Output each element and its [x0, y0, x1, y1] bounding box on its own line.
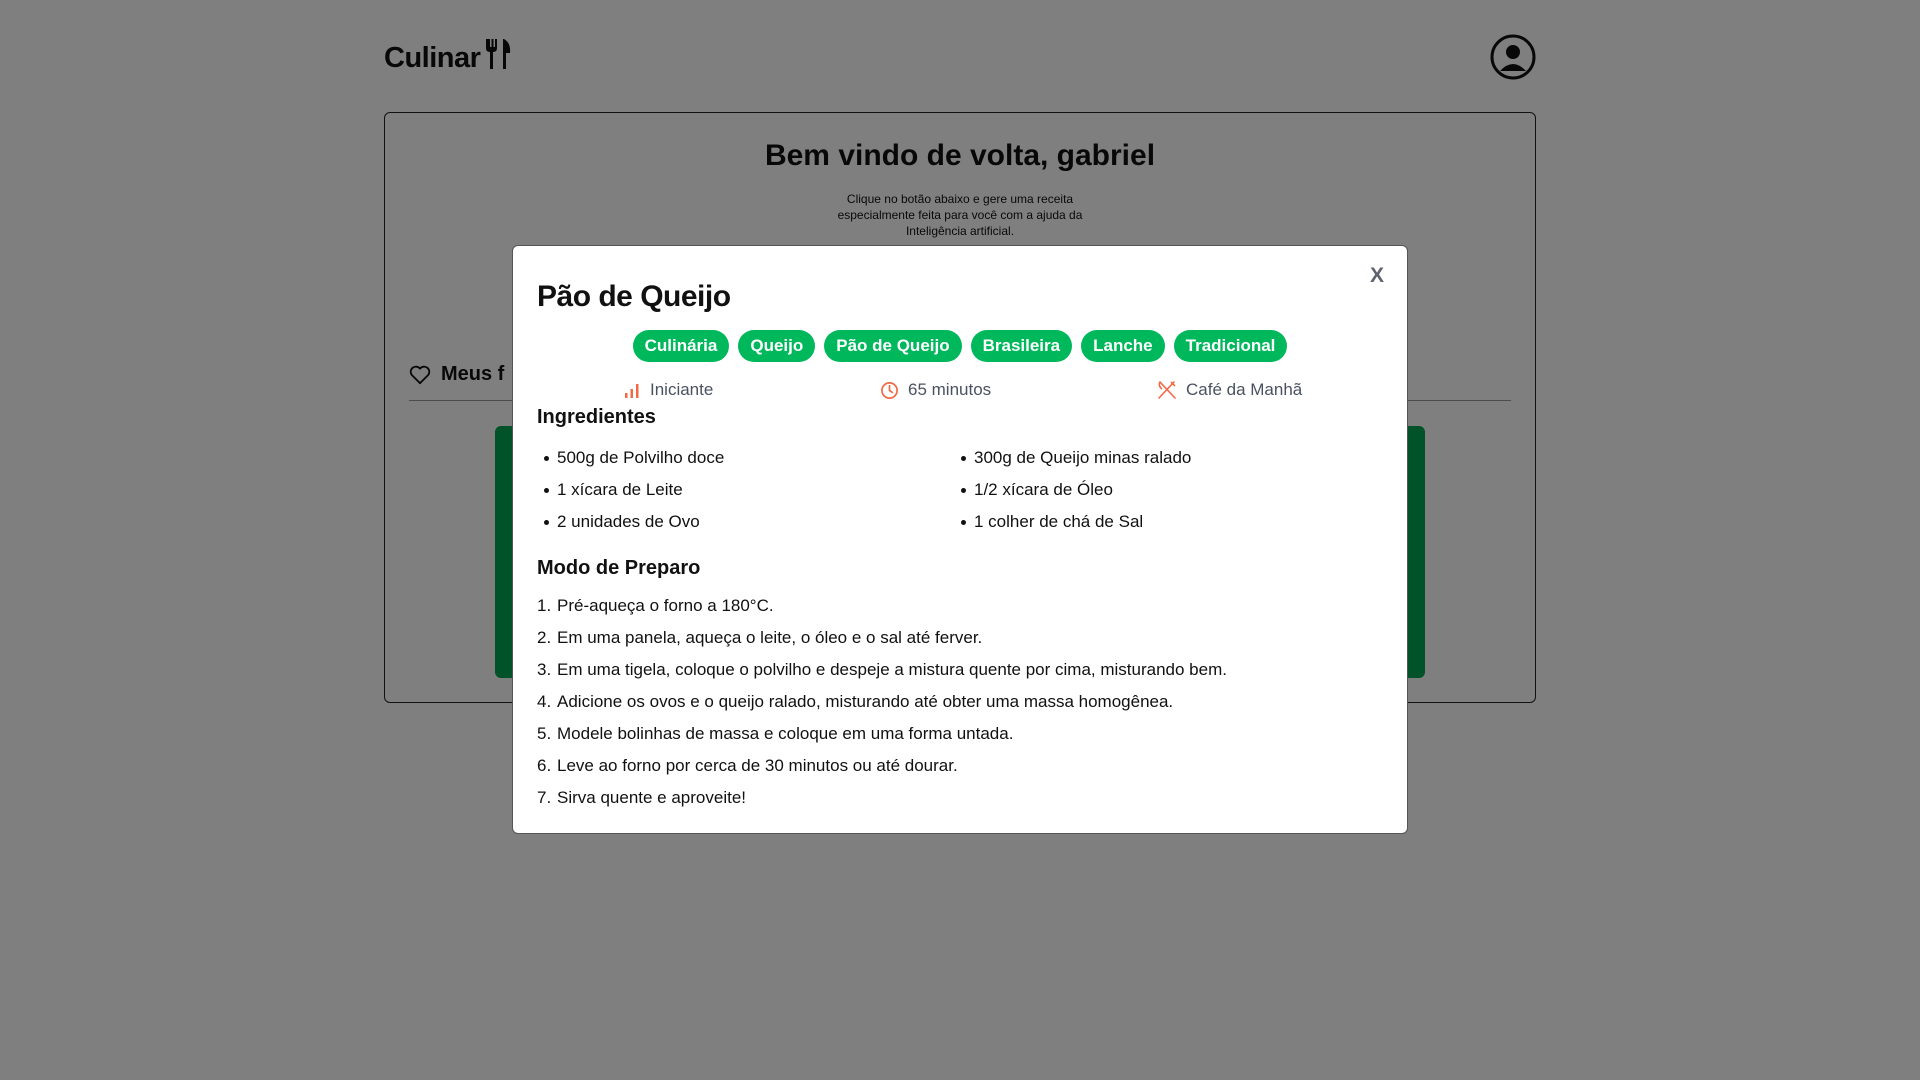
tag-badge: Tradicional [1173, 330, 1288, 362]
step-text: Em uma tigela, coloque o polvilho e desp… [557, 660, 1227, 679]
utensils-crossed-icon [1158, 381, 1176, 399]
ingredient-list: 500g de Polvilho doce 300g de Queijo min… [537, 442, 1377, 538]
time-meta: 65 minutos [880, 380, 991, 400]
time-text: 65 minutos [908, 380, 992, 399]
step-item: 7. Sirva quente e aproveite! [537, 788, 747, 807]
ingredient-item: 500g de Polvilho doce [537, 442, 954, 474]
signal-bars-icon [625, 384, 639, 398]
ingredient-item: 1 xícara de Leite [537, 474, 954, 506]
steps-title: Modo de Preparo [537, 557, 701, 579]
step-item: 6. Leve ao forno por cerca de 30 minutos … [537, 756, 958, 775]
ingredient-item: 300g de Queijo minas ralado [954, 442, 1371, 474]
tag-badge: Culinária [632, 330, 730, 362]
ingredients-title: Ingredientes [537, 406, 656, 428]
step-text: Adicione os ovos e o queijo ralado, mist… [557, 692, 1174, 711]
difficulty-meta: Iniciante [623, 380, 713, 400]
step-text: Pré-aqueça o forno a 180°C. [557, 596, 774, 615]
tag-badge: Pão de Queijo [824, 330, 962, 362]
step-item: 1. Pré-aqueça o forno a 180°C. [537, 596, 774, 615]
clock-icon [881, 381, 898, 399]
recipe-title: Pão de Queijo [537, 280, 731, 313]
steps-list: 1. Pré-aqueça o forno a 180°C. 2. Em uma p… [537, 590, 1387, 814]
close-button[interactable]: X [1370, 264, 1384, 288]
step-text: Sirva quente e aproveite! [557, 788, 747, 807]
tag-list: Culinária Queijo Pão de Queijo Brasileir… [513, 330, 1407, 362]
recipe-meta: Iniciante 65 minutos Café da Manhã [513, 380, 1409, 404]
step-item: 3. Em uma tigela, coloque o polvilho e de… [537, 660, 1227, 679]
step-text: Em uma panela, aqueça o leite, o óleo e … [557, 628, 983, 647]
ingredient-item: 2 unidades de Ovo [537, 506, 954, 538]
step-item: 4. Adicione os ovos e o queijo ralado, mi… [537, 692, 1174, 711]
meal-text: Café da Manhã [1186, 380, 1303, 399]
meal-meta: Café da Manhã [1157, 380, 1302, 400]
recipe-modal: X Pão de Queijo Culinária Queijo Pão de … [512, 245, 1408, 834]
step-item: 5. Modele bolinhas de massa e coloque em … [537, 724, 1014, 743]
difficulty-text: Iniciante [650, 380, 714, 399]
step-text: Leve ao forno por cerca de 30 minutos ou… [557, 756, 958, 775]
step-item: 2. Em uma panela, aqueça o leite, o óleo … [537, 628, 983, 647]
step-text: Modele bolinhas de massa e coloque em um… [557, 724, 1014, 743]
tag-badge: Queijo [738, 330, 816, 362]
tag-badge: Brasileira [970, 330, 1073, 362]
ingredient-item: 1/2 xícara de Óleo [954, 474, 1371, 506]
tag-badge: Lanche [1081, 330, 1165, 362]
ingredient-item: 1 colher de chá de Sal [954, 506, 1371, 538]
